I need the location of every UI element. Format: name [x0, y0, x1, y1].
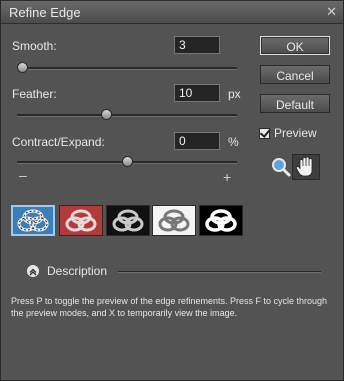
preview-checkbox-row[interactable]: Preview — [259, 126, 317, 140]
view-mode-overlay[interactable] — [59, 205, 103, 236]
description-divider — [118, 271, 321, 273]
view-mode-mask[interactable] — [199, 205, 243, 236]
close-icon[interactable]: ✕ — [326, 4, 337, 20]
smooth-label: Smooth: — [12, 39, 57, 53]
contract-expand-field[interactable] — [174, 132, 220, 150]
contract-expand-slider-thumb[interactable] — [121, 156, 133, 167]
zoom-tool-icon[interactable] — [271, 157, 291, 177]
description-toggle-icon[interactable] — [27, 265, 39, 277]
contract-expand-unit: % — [228, 135, 239, 149]
feather-slider-track[interactable] — [17, 114, 237, 117]
expand-plus-icon: + — [223, 169, 232, 185]
ok-button[interactable]: OK — [260, 36, 330, 55]
smooth-field[interactable] — [174, 36, 220, 54]
title-bar: Refine Edge ✕ — [1, 1, 343, 24]
contract-expand-label: Contract/Expand: — [12, 135, 105, 149]
hand-tool-icon[interactable] — [292, 154, 320, 180]
feather-label: Feather: — [12, 87, 57, 101]
dialog-title: Refine Edge — [9, 5, 81, 20]
preview-label: Preview — [274, 126, 317, 140]
smooth-slider-thumb[interactable] — [17, 62, 28, 73]
feather-field[interactable] — [174, 84, 220, 102]
refine-edge-dialog: Refine Edge ✕ Smooth: Feather: px Contra… — [0, 0, 344, 381]
feather-unit: px — [228, 87, 241, 101]
default-button[interactable]: Default — [260, 94, 330, 113]
cancel-button[interactable]: Cancel — [260, 65, 330, 84]
view-mode-marching-ants[interactable] — [11, 205, 55, 236]
view-mode-on-white[interactable] — [152, 205, 196, 236]
preview-checkbox[interactable] — [259, 128, 270, 139]
description-text: Press P to toggle the preview of the edg… — [11, 296, 328, 318]
description-label: Description — [47, 264, 108, 278]
contract-minus-icon: – — [19, 167, 27, 183]
feather-slider-thumb[interactable] — [100, 109, 112, 120]
smooth-slider-track[interactable] — [17, 67, 237, 70]
view-mode-on-black[interactable] — [106, 205, 150, 236]
